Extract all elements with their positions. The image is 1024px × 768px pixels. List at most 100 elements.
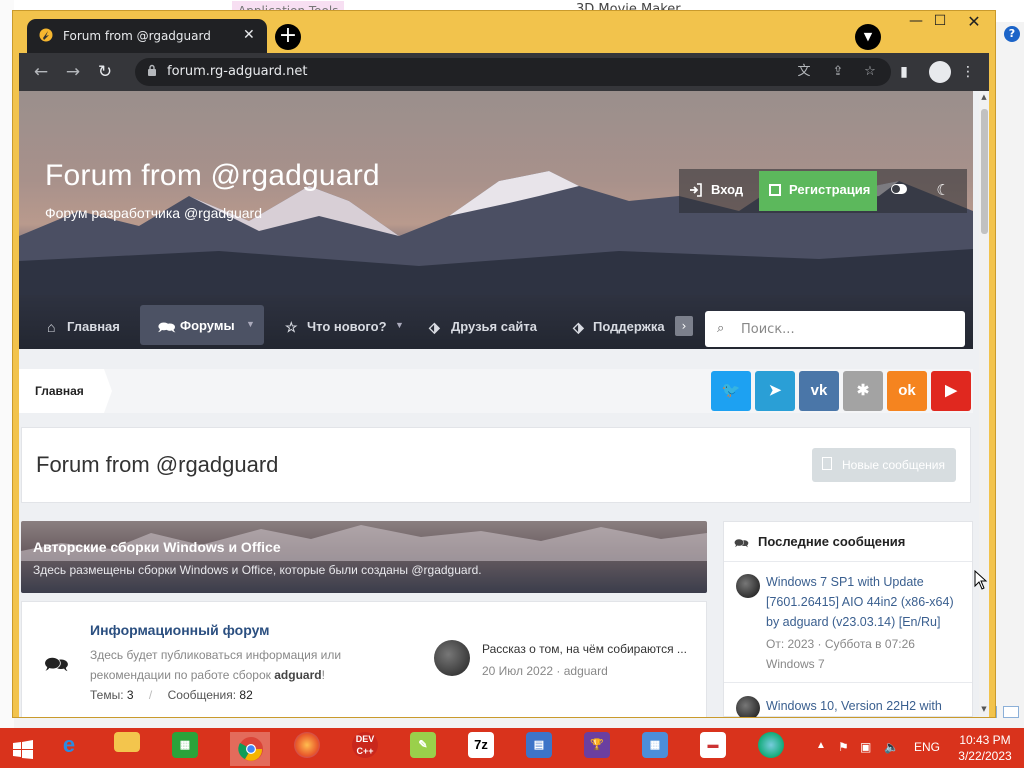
tab-search-icon[interactable]: ▼ [855, 24, 881, 50]
scroll-up-arrow-icon[interactable]: ▲ [979, 93, 989, 103]
register-button[interactable]: Регистрация [759, 171, 877, 211]
style-toggle-icon[interactable] [891, 184, 907, 194]
chrome-logo-icon [238, 737, 263, 761]
chevron-down-icon[interactable]: ▼ [395, 320, 404, 330]
messages-label: Сообщения: [167, 688, 237, 702]
menu-kebab-icon[interactable]: ⋮ [957, 61, 979, 83]
page-viewport: Forum from @rgadguard Форум разработчика… [19, 91, 989, 717]
messages-value: 82 [239, 688, 253, 702]
control-panel-icon[interactable]: ▦ [642, 732, 682, 766]
firefox-icon[interactable] [294, 732, 334, 766]
login-button[interactable]: Вход [679, 169, 757, 213]
volume-muted-icon[interactable]: 🔈 [884, 740, 899, 754]
reload-icon[interactable]: ↻ [93, 61, 117, 83]
nav-forums[interactable]: 🗪 Форумы ▼ [140, 305, 264, 345]
nav-home-label: Главная [67, 319, 120, 334]
plus-square-icon [769, 184, 781, 196]
dev-cpp-icon[interactable]: DEV C++ [352, 732, 392, 766]
show-hidden-icons-icon[interactable]: ▲ [816, 740, 826, 751]
forum-node: 🗪 Информационный форум Здесь будет публи… [21, 601, 707, 717]
language-indicator[interactable]: ENG [914, 740, 940, 754]
close-window-button[interactable]: ✕ [953, 11, 995, 33]
notepad-plus-plus-icon[interactable]: ✎ [410, 732, 450, 766]
translate-icon[interactable]: 文 [795, 63, 813, 81]
new-posts-button[interactable]: Новые сообщения [812, 448, 956, 482]
threads-value: 3 [126, 688, 134, 702]
url-text[interactable]: forum.rg-adguard.net [167, 64, 307, 79]
youtube-icon[interactable]: ▶ [931, 371, 971, 411]
nav-friends[interactable]: ⬗ Друзья сайта [423, 309, 553, 349]
avatar[interactable] [434, 640, 470, 676]
node-title[interactable]: Информационный форум [90, 622, 270, 638]
avatar[interactable] [736, 574, 760, 598]
category-header[interactable]: Авторские сборки Windows и Office Здесь … [21, 521, 707, 593]
network-icon[interactable]: ▣ [860, 740, 871, 754]
node-description-line2: рекомендации по работе сборок adguard! [90, 668, 325, 682]
store-icon[interactable]: ▦ [172, 732, 212, 766]
nav-whats-new[interactable]: ☆ Что нового? ▼ [277, 309, 413, 349]
system-clock[interactable]: 10:43 PM 3/22/2023 [950, 732, 1020, 764]
maximize-button[interactable]: ☐ [925, 13, 955, 33]
latest-post-title[interactable]: Windows 10, Version 22H2 with [766, 696, 962, 716]
file-explorer-icon[interactable] [114, 732, 154, 766]
node-desc-suffix: ! [321, 668, 325, 682]
7zip-icon[interactable]: 7z [468, 732, 508, 766]
telegram-icon[interactable]: ➤ [755, 371, 795, 411]
large-icons-view-icon[interactable] [1003, 706, 1019, 718]
back-arrow-icon[interactable]: ← [29, 61, 53, 83]
nav-friends-label: Друзья сайта [451, 319, 537, 334]
chevron-down-icon[interactable]: ▼ [246, 319, 255, 329]
odnoklassniki-icon[interactable]: ok [887, 371, 927, 411]
latest-post-title[interactable]: Windows 7 SP1 with Update [7601.26415] A… [766, 572, 962, 632]
latest-post-forum[interactable]: Windows 7 [766, 654, 825, 674]
chrome-icon[interactable] [230, 732, 270, 766]
new-tab-button[interactable]: + [275, 24, 301, 50]
site-subtitle: Форум разработчика @rgadguard [45, 205, 262, 221]
scrollbar-thumb[interactable] [981, 109, 988, 234]
scroll-down-arrow-icon[interactable]: ▼ [979, 705, 989, 715]
stats-divider: / [148, 688, 153, 702]
side-panel-icon[interactable]: ▮ [893, 61, 915, 83]
address-bar[interactable]: forum.rg-adguard.net 文 ⇪ ☆ [135, 58, 891, 86]
home-icon: ⌂ [47, 319, 56, 335]
presentation-app-icon[interactable]: ▬ [700, 732, 740, 766]
tab-strip: Forum from @rgadguard ✕ + ▼ — ☐ ✕ [13, 11, 995, 53]
search-icon: ⌕ [717, 321, 725, 336]
page-title: Forum from @rgadguard [36, 452, 279, 477]
site-title[interactable]: Forum from @rgadguard [45, 159, 380, 193]
globe-checklist-icon[interactable] [758, 732, 798, 766]
dark-mode-moon-icon[interactable]: ☾ [935, 182, 951, 198]
list-divider [724, 682, 972, 683]
sign-in-icon [690, 183, 702, 197]
share-icon[interactable]: ⇪ [829, 63, 847, 81]
action-center-flag-icon[interactable]: ⚑ [838, 740, 849, 754]
asterisk-icon[interactable]: ✱ [843, 371, 883, 411]
help-icon[interactable]: ? [1004, 26, 1020, 42]
node-stats: Темы: 3 / Сообщения: 82 [90, 688, 253, 702]
profile-avatar-icon[interactable] [929, 61, 951, 83]
internet-explorer-icon[interactable]: e [56, 732, 96, 766]
breadcrumb[interactable]: Главная [19, 369, 112, 413]
tag-icon: ⬗ [429, 319, 440, 335]
last-post-title[interactable]: Рассказ о том, на чём собираются ... [482, 642, 687, 656]
latest-post-meta[interactable]: От: 2023 · Суббота в 07:26 [766, 634, 915, 654]
breadcrumb-bar: Главная 🐦 ➤ vk ✱ ok ▶ [19, 369, 973, 413]
nav-support[interactable]: ⬗ Поддержка [569, 309, 673, 349]
start-button[interactable] [2, 732, 42, 766]
nav-home[interactable]: ⌂ Главная [39, 309, 127, 349]
last-post-meta[interactable]: 20 Июл 2022 · adguard [482, 664, 608, 678]
avatar[interactable] [736, 696, 760, 717]
trophy-app-icon[interactable]: 🏆 [584, 732, 624, 766]
twitter-icon[interactable]: 🐦 [711, 371, 751, 411]
bookmark-star-icon[interactable]: ☆ [861, 63, 879, 81]
vk-icon[interactable]: vk [799, 371, 839, 411]
nav-scroll-right-icon[interactable]: › [675, 316, 693, 336]
forward-arrow-icon[interactable]: → [61, 61, 85, 83]
clock-time: 10:43 PM [959, 733, 1011, 747]
category-title[interactable]: Авторские сборки Windows и Office [33, 539, 281, 555]
search-input[interactable]: ⌕ Поиск... [705, 311, 965, 347]
tab-close-icon[interactable]: ✕ [243, 27, 255, 43]
browser-tab[interactable]: Forum from @rgadguard ✕ [27, 19, 267, 53]
tab-title: Forum from @rgadguard [63, 29, 211, 43]
network-app-icon[interactable]: ▤ [526, 732, 566, 766]
